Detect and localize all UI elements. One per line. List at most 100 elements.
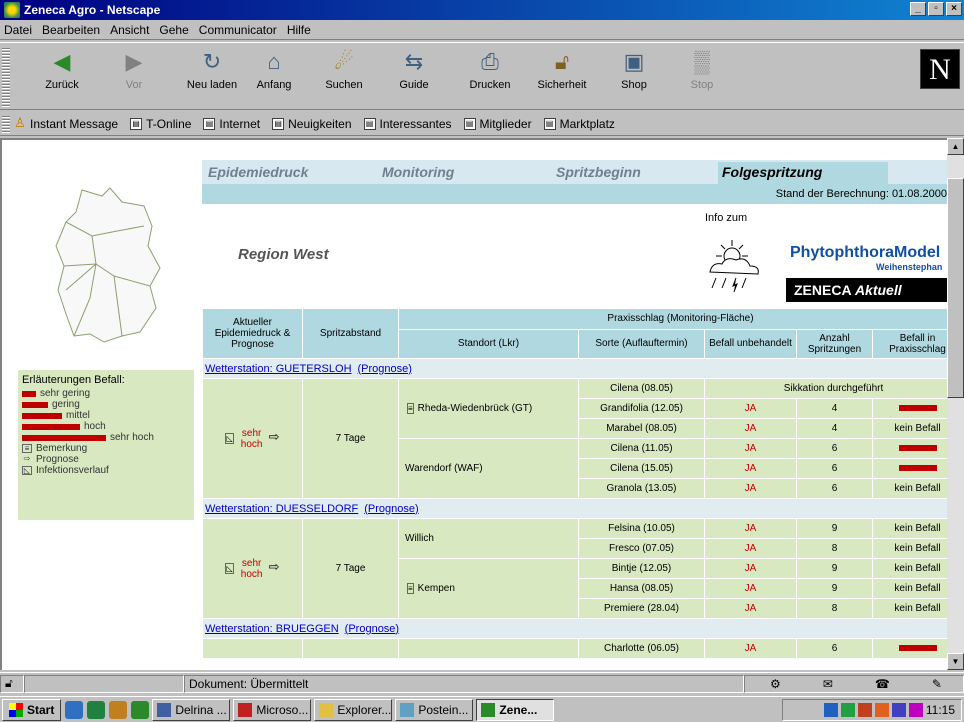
window-title: Zeneca Agro - Netscape bbox=[24, 3, 161, 17]
forward-icon: ▶ bbox=[125, 49, 143, 74]
location-cell: Willich bbox=[398, 518, 579, 559]
bookmark-neuigkeiten[interactable]: ▤ Neuigkeiten bbox=[272, 117, 352, 131]
task-delrina[interactable]: Delrina ... bbox=[152, 698, 231, 721]
region-title: Region West bbox=[238, 246, 329, 263]
discussion-icon[interactable]: ☎ bbox=[875, 677, 890, 691]
bookmark-internet[interactable]: ▤ Internet bbox=[203, 117, 260, 131]
navigator-icon[interactable]: ⚙ bbox=[770, 677, 781, 691]
praxis-befall-cell bbox=[872, 458, 947, 479]
search-button[interactable]: ☄ Suchen bbox=[314, 49, 374, 91]
task-microsoft[interactable]: Microso... bbox=[233, 698, 312, 721]
bookmark-marktplatz[interactable]: ▤ Marktplatz bbox=[543, 117, 615, 131]
toolbar-grip[interactable] bbox=[2, 47, 10, 107]
page-content: Erläuterungen Befall: sehr gering gering… bbox=[0, 138, 947, 670]
infection-chart-icon[interactable]: ◺ bbox=[225, 433, 234, 445]
legend-bemerkung: ≡ Bemerkung bbox=[22, 443, 190, 454]
bookmark-mitglieder[interactable]: ▤ Mitglieder bbox=[463, 117, 532, 131]
start-button[interactable]: Start bbox=[2, 698, 62, 721]
menu-hilfe[interactable]: Hilfe bbox=[287, 23, 311, 37]
pressure-level: sehr hoch bbox=[240, 557, 263, 580]
desktop-icon[interactable] bbox=[87, 700, 106, 719]
netscape-icon[interactable] bbox=[131, 700, 150, 719]
minimize-button[interactable]: _ bbox=[910, 2, 926, 16]
table-row: ◺sehr hoch ⇨ 7 Tage Willich Felsina (10.05) J… bbox=[202, 518, 947, 619]
germany-map[interactable] bbox=[52, 186, 164, 344]
back-button[interactable]: ◀ Zurück bbox=[32, 49, 92, 91]
bookmark-icon: ▤ bbox=[272, 117, 285, 130]
legend-bar bbox=[22, 401, 48, 408]
task-posteingang[interactable]: Postein... bbox=[395, 698, 474, 721]
bookmark-instant-message[interactable]: ♙ Instant Message bbox=[14, 116, 118, 131]
scroll-thumb[interactable] bbox=[947, 178, 964, 398]
task-zeneca[interactable]: Zene... bbox=[476, 698, 555, 721]
location-cell: Warendorf (WAF) bbox=[398, 438, 579, 499]
tab-monitoring[interactable]: Monitoring bbox=[378, 162, 548, 184]
menu-ansicht[interactable]: Ansicht bbox=[110, 23, 149, 37]
security-button[interactable]: 🔓︎ Sicherheit bbox=[532, 49, 592, 91]
variety-cell: Cilena (15.05) bbox=[578, 458, 705, 479]
infection-chart-icon[interactable]: ◺ bbox=[225, 563, 234, 575]
tray-icon[interactable] bbox=[908, 703, 923, 717]
station-link[interactable]: Wetterstation: DUESSELDORF bbox=[205, 503, 358, 515]
tray-icon[interactable] bbox=[891, 703, 906, 717]
location-name: Kempen bbox=[417, 583, 455, 594]
shop-button[interactable]: ▣ Shop bbox=[604, 49, 664, 91]
note-icon[interactable]: ≡ bbox=[407, 583, 414, 594]
forward-button[interactable]: ▶ Vor bbox=[104, 49, 164, 91]
bookmark-icon: ▤ bbox=[463, 117, 476, 130]
task-explorer[interactable]: Explorer... bbox=[314, 698, 393, 721]
menu-datei[interactable]: Datei bbox=[4, 23, 32, 37]
vertical-scrollbar[interactable]: ▲ ▼ bbox=[947, 138, 964, 670]
bookmark-interessantes[interactable]: ▤ Interessantes bbox=[363, 117, 452, 131]
reload-button[interactable]: ↻ Neu laden bbox=[182, 49, 242, 91]
close-button[interactable]: × bbox=[946, 2, 962, 16]
bookmark-t-online[interactable]: ▤ T-Online bbox=[130, 117, 191, 131]
component-bar: ⚙ ✉ ☎ ✎ bbox=[744, 674, 964, 693]
arrow-right-icon: ⇨ bbox=[23, 454, 31, 463]
tab-spritzbeginn[interactable]: Spritzbeginn bbox=[552, 162, 712, 184]
variety-cell: Fresco (07.05) bbox=[578, 538, 705, 559]
menu-gehe[interactable]: Gehe bbox=[159, 23, 188, 37]
table-row: Charlotte (06.05) JA 6 bbox=[202, 638, 947, 659]
station-link[interactable]: Wetterstation: BRUEGGEN bbox=[205, 623, 339, 635]
prognose-link[interactable]: (Prognose) bbox=[345, 623, 399, 635]
spray-count-cell: 6 bbox=[796, 478, 873, 499]
befall-cell: JA bbox=[704, 458, 797, 479]
personal-toolbar-grip[interactable] bbox=[2, 115, 10, 133]
print-button[interactable]: ⎙ Drucken bbox=[460, 49, 520, 91]
prognose-link[interactable]: (Prognose) bbox=[364, 503, 418, 515]
back-icon: ◀ bbox=[53, 49, 71, 74]
menu-communicator[interactable]: Communicator bbox=[199, 23, 277, 37]
home-button[interactable]: ⌂ Anfang bbox=[244, 49, 304, 91]
security-status-icon[interactable]: 🔓︎ bbox=[0, 674, 24, 693]
legend-bar bbox=[22, 434, 106, 441]
guide-button[interactable]: ⇆ Guide bbox=[384, 49, 444, 91]
note-icon[interactable]: ≡ bbox=[407, 403, 414, 414]
maximize-button[interactable]: ▫ bbox=[928, 2, 944, 16]
prognose-arrow-icon[interactable]: ⇨ bbox=[269, 559, 280, 574]
spray-count-cell: 4 bbox=[796, 398, 873, 419]
composer-icon[interactable]: ✎ bbox=[932, 677, 942, 691]
netscape-logo: N bbox=[920, 49, 960, 89]
tray-icon[interactable] bbox=[823, 703, 838, 717]
prognose-link[interactable]: (Prognose) bbox=[358, 363, 412, 375]
ie-icon[interactable] bbox=[65, 700, 84, 719]
tab-folgespritzung[interactable]: Folgespritzung bbox=[718, 162, 888, 184]
mail-icon[interactable]: ✉ bbox=[823, 677, 833, 691]
prognose-arrow-icon[interactable]: ⇨ bbox=[269, 429, 280, 444]
scroll-up-icon[interactable]: ▲ bbox=[947, 138, 964, 155]
station-link[interactable]: Wetterstation: GUETERSLOH bbox=[205, 363, 352, 375]
tray-icon[interactable] bbox=[840, 703, 855, 717]
tray-icon[interactable] bbox=[874, 703, 889, 717]
praxis-befall-cell: kein Befall bbox=[872, 418, 947, 439]
stop-button[interactable]: ▒ Stop bbox=[672, 49, 732, 91]
tray-icon[interactable] bbox=[857, 703, 872, 717]
print-icon: ⎙ bbox=[481, 49, 499, 74]
scroll-down-icon[interactable]: ▼ bbox=[947, 653, 964, 670]
praxis-befall-cell: kein Befall bbox=[872, 598, 947, 619]
phytophthora-model-logo: PhytophthoraModel bbox=[790, 244, 941, 261]
channels-icon[interactable] bbox=[109, 700, 128, 719]
location-name: Warendorf (WAF) bbox=[405, 463, 483, 474]
tab-epidemiedruck[interactable]: Epidemiedruck bbox=[204, 162, 374, 184]
menu-bearbeiten[interactable]: Bearbeiten bbox=[42, 23, 100, 37]
